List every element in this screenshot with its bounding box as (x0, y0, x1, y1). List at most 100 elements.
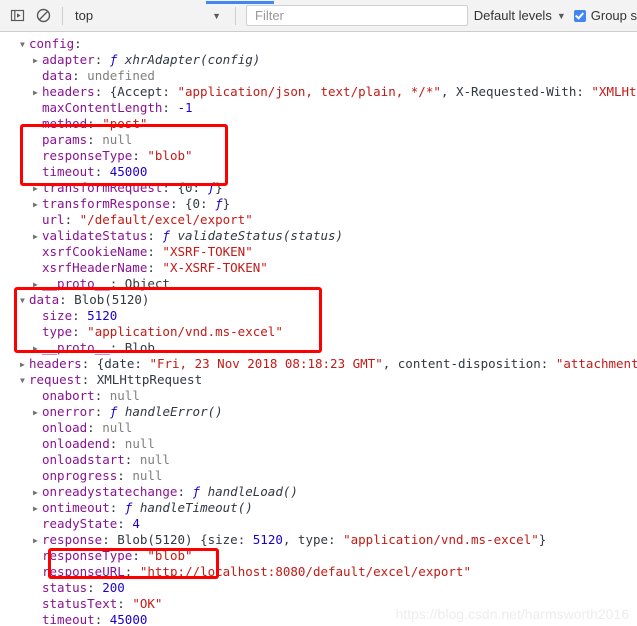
object-tree-row[interactable]: onreadystatechange: ƒ handleLoad() (33, 484, 298, 500)
disclosure-triangle-expanded-icon[interactable] (20, 293, 29, 309)
disclosure-triangle-collapsed-icon[interactable] (33, 341, 42, 357)
object-tree-row[interactable]: ontimeout: ƒ handleTimeout() (33, 500, 253, 516)
object-tree-row[interactable]: onabort: null (33, 388, 140, 404)
disclosure-triangle-collapsed-icon[interactable] (33, 501, 42, 517)
disclosure-triangle-expanded-icon[interactable] (20, 373, 29, 389)
object-tree-row[interactable]: request: XMLHttpRequest (20, 372, 202, 388)
property-name: onabort (42, 388, 95, 403)
property-value (200, 484, 208, 499)
property-value: , content-disposition: (382, 356, 556, 371)
checkbox-icon[interactable] (573, 9, 586, 22)
property-value: handleError() (124, 404, 223, 419)
property-value: } (538, 532, 547, 547)
property-value: : (109, 436, 125, 451)
property-value: "/default/excel/export" (79, 212, 253, 227)
group-similar-toggle[interactable]: Group s (573, 8, 637, 23)
property-value (117, 52, 125, 67)
property-value (117, 404, 125, 419)
object-tree-row[interactable]: headers: {Accept: "application/json, tex… (33, 84, 637, 100)
disclosure-triangle-collapsed-icon[interactable] (33, 53, 42, 69)
object-tree-row[interactable]: type: "application/vnd.ms-excel" (33, 324, 283, 340)
property-value: "XSRF-TOKEN" (162, 244, 253, 259)
object-tree-row[interactable]: onloadend: null (33, 436, 155, 452)
property-value: , X-Requested-With: (440, 84, 592, 99)
object-tree-row[interactable]: headers: {date: "Fri, 23 Nov 2018 08:18:… (20, 356, 637, 372)
object-tree-row[interactable]: timeout: 45000 (33, 612, 147, 626)
object-tree-row[interactable]: size: 5120 (33, 308, 117, 324)
disclosure-triangle-collapsed-icon[interactable] (33, 229, 42, 245)
disclosure-triangle-collapsed-icon[interactable] (33, 533, 42, 549)
disclosure-triangle-collapsed-icon[interactable] (33, 181, 42, 197)
object-tree-row[interactable]: xsrfHeaderName: "X-XSRF-TOKEN" (33, 260, 268, 276)
object-tree-row[interactable]: config: (20, 36, 82, 52)
object-tree-row[interactable]: responseType: "blob" (33, 148, 193, 164)
object-tree-row[interactable]: url: "/default/excel/export" (33, 212, 253, 228)
object-tree-row[interactable]: validateStatus: ƒ validateStatus(status) (33, 228, 343, 244)
execution-context-selector[interactable]: top ▼ (69, 5, 229, 27)
disclosure-triangle-collapsed-icon[interactable] (33, 485, 42, 501)
active-tab-indicator (206, 1, 274, 4)
object-tree-row[interactable]: status: 200 (33, 580, 125, 596)
object-tree-row[interactable]: __proto__: Object (33, 276, 170, 292)
property-name: xsrfCookieName (42, 244, 148, 259)
object-tree-row[interactable]: response: Blob(5120) {size: 5120, type: … (33, 532, 546, 548)
property-name: __proto__ (42, 276, 110, 291)
disclosure-triangle-collapsed-icon[interactable] (33, 197, 42, 213)
property-value: xhrAdapter(config) (124, 52, 261, 67)
property-value: {size: (192, 532, 253, 547)
object-tree-row[interactable]: data: Blob(5120) (20, 292, 149, 308)
property-value: 45000 (109, 164, 148, 179)
property-value: "OK" (132, 596, 163, 611)
object-tree-row[interactable]: __proto__: Blob (33, 340, 155, 356)
clear-console-icon[interactable] (30, 3, 56, 29)
object-tree-row[interactable]: responseURL: "http://localhost:8080/defa… (33, 564, 471, 580)
disclosure-triangle-collapsed-icon[interactable] (20, 357, 29, 373)
object-tree-row[interactable]: responseType: "blob" (33, 548, 193, 564)
property-name: onreadystatechange (42, 484, 178, 499)
property-value: : (72, 324, 88, 339)
object-tree-row[interactable]: onprogress: null (33, 468, 162, 484)
object-tree-row[interactable]: statusText: "OK" (33, 596, 162, 612)
log-levels-selector[interactable]: Default levels ▼ (474, 8, 566, 23)
property-name: xsrfHeaderName (42, 260, 148, 275)
object-tree-row[interactable]: maxContentLength: -1 (33, 100, 193, 116)
property-value: Blob(5120) (74, 292, 150, 307)
object-tree-row[interactable]: onloadstart: null (33, 452, 170, 468)
property-value: null (124, 436, 155, 451)
property-value: XMLHttpRequest (96, 372, 203, 387)
property-value: : (81, 356, 97, 371)
object-tree-row[interactable]: onerror: ƒ handleError() (33, 404, 223, 420)
object-tree-row[interactable]: data: undefined (33, 68, 155, 84)
disclosure-triangle-expanded-icon[interactable] (20, 37, 29, 53)
disclosure-triangle-collapsed-icon[interactable] (33, 277, 42, 293)
object-tree-row[interactable]: method: "post" (33, 116, 147, 132)
property-value: : (87, 420, 103, 435)
object-tree-row[interactable]: transformRequest: {0: ƒ} (33, 180, 223, 196)
property-value: : (109, 340, 125, 355)
object-tree-row[interactable]: xsrfCookieName: "XSRF-TOKEN" (33, 244, 253, 260)
object-tree-row[interactable]: timeout: 45000 (33, 164, 147, 180)
property-name: onload (42, 420, 88, 435)
object-tree-row[interactable]: transformResponse: {0: ƒ} (33, 196, 230, 212)
devtools-console-toolbar: top ▼ Filter Default levels ▼ Group s (0, 0, 637, 32)
property-value: , type: (282, 532, 344, 547)
property-value: : (162, 180, 178, 195)
disclosure-triangle-collapsed-icon[interactable] (33, 85, 42, 101)
property-value: "blob" (147, 548, 193, 563)
property-value: "application/vnd.ms-excel" (87, 324, 283, 339)
property-value: "XMLHttp (591, 84, 637, 99)
property-name: onerror (42, 404, 95, 419)
property-value: ƒ (215, 196, 223, 211)
object-tree-row[interactable]: params: null (33, 132, 132, 148)
object-tree-row[interactable]: readyState: 4 (33, 516, 140, 532)
disclosure-triangle-collapsed-icon[interactable] (33, 405, 42, 421)
property-value: {0: (185, 196, 216, 211)
property-name: responseURL (42, 564, 125, 579)
object-tree-row[interactable]: adapter: ƒ xhrAdapter(config) (33, 52, 260, 68)
property-value: : (74, 36, 82, 51)
filter-input-wrapper[interactable]: Filter (246, 5, 468, 26)
console-output-pane[interactable]: config:adapter: ƒ xhrAdapter(config)data… (0, 32, 637, 626)
property-value: : (94, 404, 110, 419)
object-tree-row[interactable]: onload: null (33, 420, 132, 436)
console-sidebar-icon[interactable] (4, 3, 30, 29)
